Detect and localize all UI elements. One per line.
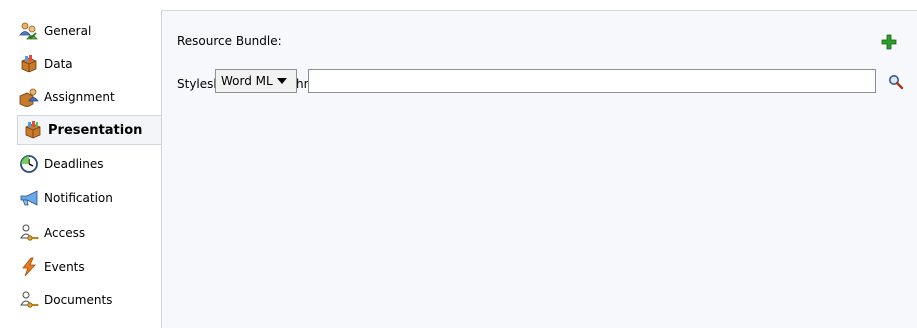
people-check-icon xyxy=(18,20,40,42)
browse-stylesheet-button[interactable] xyxy=(888,74,904,93)
sidebar-item-label: Presentation xyxy=(48,122,143,138)
sidebar-item-notification[interactable]: Notification xyxy=(14,184,162,212)
stylesheet-type-select[interactable]: Word ML xyxy=(215,69,297,93)
clock-icon xyxy=(18,153,40,175)
sidebar-item-label: Assignment xyxy=(44,90,115,104)
sidebar-item-access[interactable]: Access xyxy=(14,219,162,247)
user-key-icon xyxy=(18,222,40,244)
assignment-icon xyxy=(18,86,40,108)
sidebar-item-label: General xyxy=(44,24,92,38)
chevron-down-icon xyxy=(276,78,287,84)
magnifier-icon xyxy=(888,75,904,93)
sidebar-item-presentation[interactable]: Presentation xyxy=(17,115,161,145)
sidebar-item-label: Data xyxy=(44,57,73,71)
sidebar-item-label: Access xyxy=(44,226,86,240)
plus-icon xyxy=(880,34,898,54)
sidebar-item-label: Documents xyxy=(44,293,113,307)
presentation-panel xyxy=(161,10,917,328)
sidebar-item-deadlines[interactable]: Deadlines xyxy=(14,150,162,178)
resource-bundle-label: Resource Bundle: xyxy=(177,34,282,48)
sidebar-item-label: Events xyxy=(44,260,85,274)
sidebar-item-data[interactable]: Data xyxy=(14,50,162,78)
lightning-icon xyxy=(18,256,40,278)
sidebar-item-assignment[interactable]: Assignment xyxy=(14,83,162,111)
sidebar-item-label: Deadlines xyxy=(44,157,104,171)
add-resource-bundle-button[interactable] xyxy=(880,33,898,54)
sidebar-item-documents[interactable]: Documents xyxy=(14,286,162,314)
presentation-box-icon xyxy=(22,119,44,141)
data-box-icon xyxy=(18,53,40,75)
sidebar-item-events[interactable]: Events xyxy=(14,253,162,281)
stylesheet-path-input[interactable] xyxy=(308,69,876,93)
sidebar-item-general[interactable]: General xyxy=(14,17,162,45)
sidebar: General Data Assignment Presentation Dea… xyxy=(0,0,162,328)
sidebar-item-label: Notification xyxy=(44,191,113,205)
stylesheet-type-value: Word ML xyxy=(221,74,273,88)
user-key-icon xyxy=(18,289,40,311)
megaphone-icon xyxy=(18,187,40,209)
